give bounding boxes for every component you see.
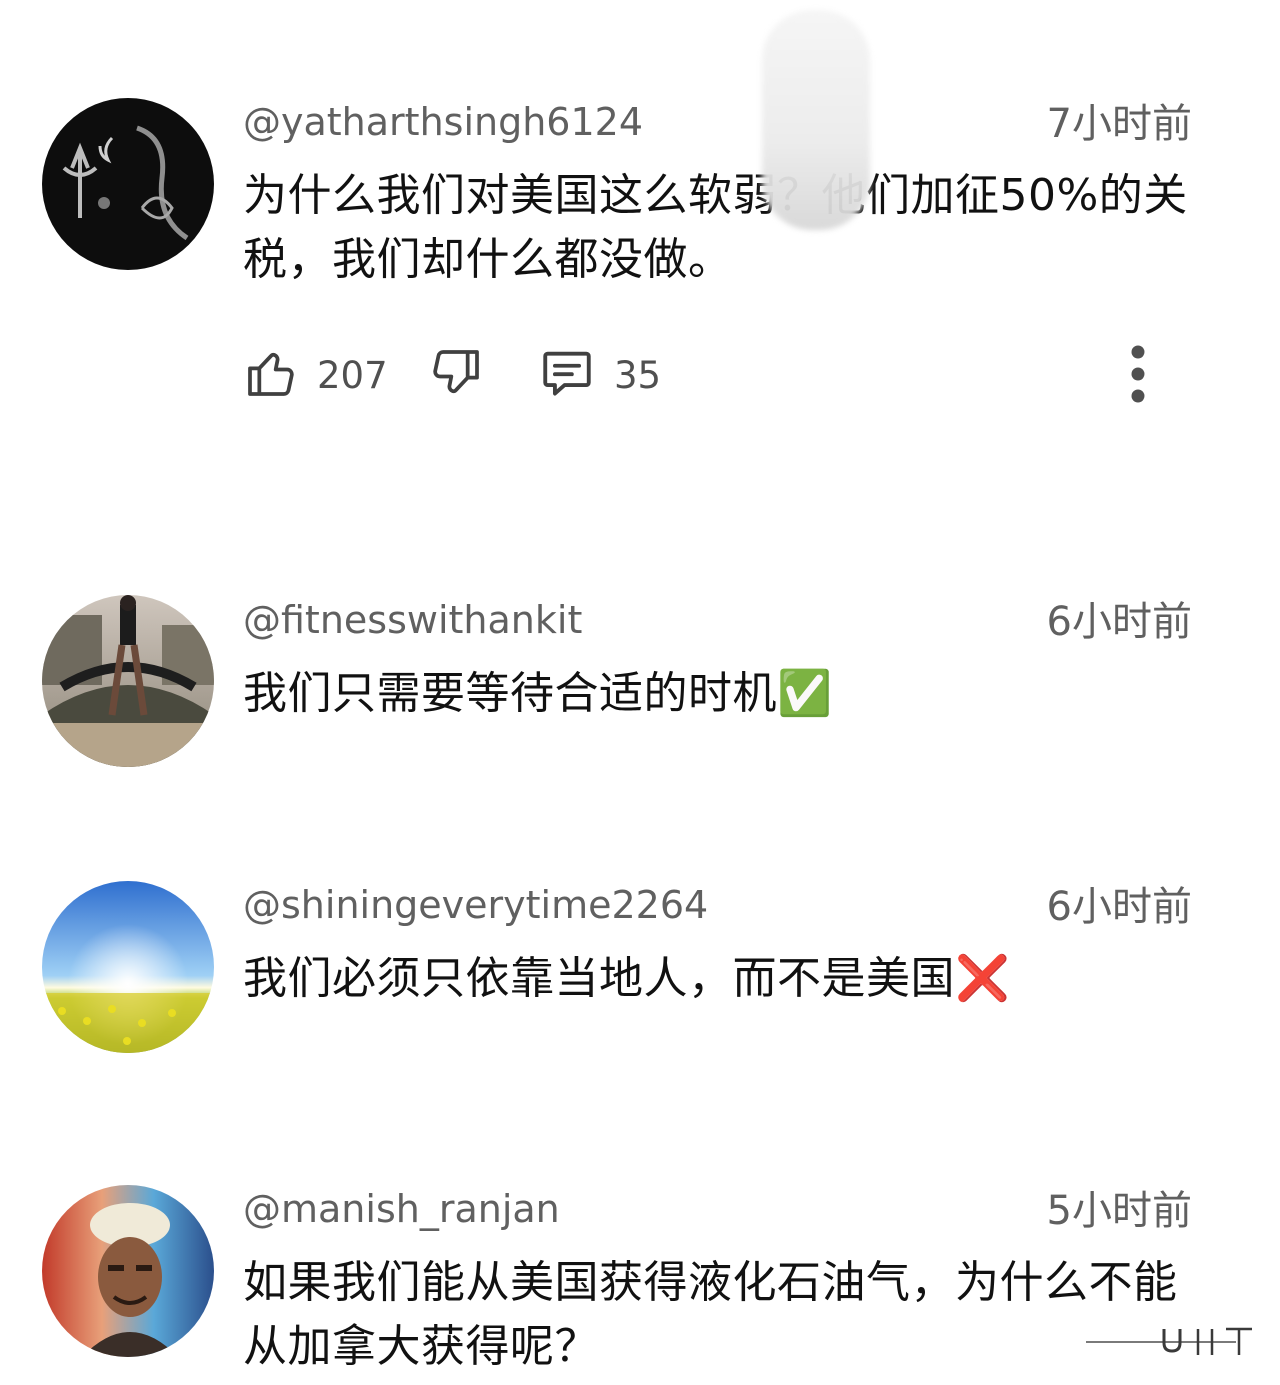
username[interactable]: @shiningeverytime2264 xyxy=(243,881,708,929)
comment-item: @yatharthsingh6124 7小时前 为什么我们对美国这么软弱？他们加… xyxy=(0,0,1280,560)
thumbs-down-icon xyxy=(428,345,484,405)
avatar[interactable] xyxy=(42,1185,214,1357)
comment-text: 我们只需要等待合适的时机✅ xyxy=(243,668,833,719)
avatar[interactable] xyxy=(42,98,214,270)
comment-text: 我们必须只依靠当地人，而不是美国❌ xyxy=(243,953,1011,1004)
comment-item: @fitnesswithankit 6小时前 我们只需要等待合适的时机✅ xyxy=(0,590,1280,820)
avatar-image xyxy=(42,595,214,767)
dislike-button[interactable] xyxy=(428,343,484,407)
avatar-image xyxy=(42,881,214,1053)
reply-count: 35 xyxy=(614,353,662,397)
username[interactable]: @yatharthsingh6124 xyxy=(243,98,643,146)
comment-actions: 207 35 xyxy=(243,343,1163,407)
timestamp: 6小时前 xyxy=(1046,599,1192,645)
comment-item: @shiningeverytime2264 6小时前 我们必须只依靠当地人，而不… xyxy=(0,875,1280,1105)
like-count: 207 xyxy=(317,353,388,397)
scroll-indicator xyxy=(1086,1325,1256,1359)
comment-text: 为什么我们对美国这么软弱？他们加征50%的关税，我们却什么都没做。 xyxy=(243,170,1188,285)
username[interactable]: @fitnesswithankit xyxy=(243,596,582,644)
timestamp: 5小时前 xyxy=(1046,1188,1192,1234)
reply-button[interactable]: 35 xyxy=(538,343,661,407)
like-button[interactable]: 207 xyxy=(243,343,388,407)
timestamp: 6小时前 xyxy=(1046,884,1192,930)
more-options-button[interactable] xyxy=(1113,343,1163,407)
avatar[interactable] xyxy=(42,595,214,767)
comment-text: 如果我们能从美国获得液化石油气，为什么不能从加拿大获得呢？ xyxy=(243,1257,1178,1372)
avatar[interactable] xyxy=(42,881,214,1053)
avatar-image xyxy=(42,1185,214,1357)
avatar-image xyxy=(42,98,214,270)
thumbs-up-icon xyxy=(243,345,299,405)
more-vertical-icon xyxy=(1113,341,1163,409)
timestamp: 7小时前 xyxy=(1046,101,1192,147)
username[interactable]: @manish_ranjan xyxy=(243,1185,560,1233)
blur-overlay xyxy=(762,10,870,230)
comment-icon xyxy=(538,344,596,406)
